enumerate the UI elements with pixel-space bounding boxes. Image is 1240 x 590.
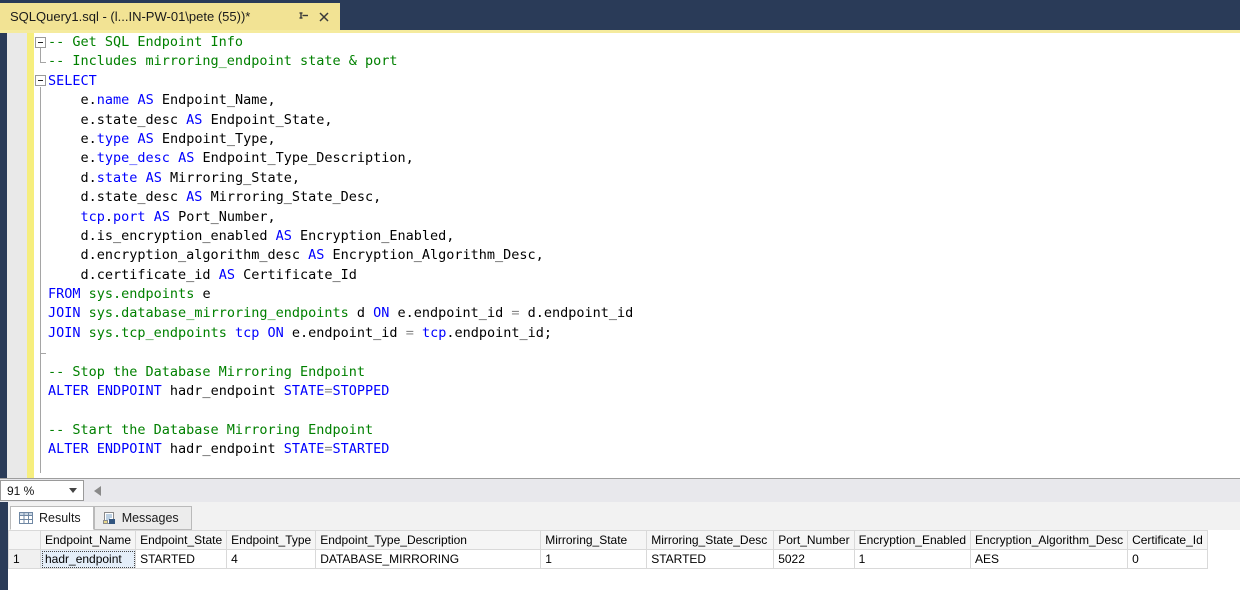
editor-left-edge: [0, 33, 7, 478]
code-line[interactable]: -- Includes mirroring_endpoint state & p…: [48, 52, 1240, 71]
grid-cell[interactable]: 0: [1128, 550, 1208, 569]
code-line[interactable]: d.is_encryption_enabled AS Encryption_En…: [48, 227, 1240, 246]
document-tab[interactable]: SQLQuery1.sql - (l...IN-PW-01\pete (55))…: [0, 3, 340, 30]
outline-guide-corner: [40, 353, 46, 354]
grid-row: 1hadr_endpointSTARTED4DATABASE_MIRRORING…: [9, 550, 1208, 569]
code-line[interactable]: JOIN sys.database_mirroring_endpoints d …: [48, 304, 1240, 323]
grid-cell[interactable]: 1: [541, 550, 647, 569]
column-header[interactable]: Mirroring_State_Desc: [647, 531, 774, 550]
chevron-down-icon: [69, 488, 77, 493]
grid-cell[interactable]: 4: [227, 550, 316, 569]
code-line[interactable]: ALTER ENDPOINT hadr_endpoint STATE=START…: [48, 440, 1240, 459]
column-header[interactable]: Encryption_Algorithm_Desc: [971, 531, 1128, 550]
grid-cell[interactable]: DATABASE_MIRRORING: [316, 550, 541, 569]
code-line[interactable]: tcp.port AS Port_Number,: [48, 208, 1240, 227]
code-line[interactable]: d.state AS Mirroring_State,: [48, 169, 1240, 188]
code-line[interactable]: ALTER ENDPOINT hadr_endpoint STATE=STOPP…: [48, 382, 1240, 401]
document-tab-bar: SQLQuery1.sql - (l...IN-PW-01\pete (55))…: [0, 0, 1240, 30]
code-line[interactable]: d.encryption_algorithm_desc AS Encryptio…: [48, 246, 1240, 265]
messages-icon: [103, 512, 116, 525]
change-tracking-bar: [27, 33, 34, 478]
code-line[interactable]: e.type_desc AS Endpoint_Type_Description…: [48, 149, 1240, 168]
code-line[interactable]: d.state_desc AS Mirroring_State_Desc,: [48, 188, 1240, 207]
grid-cell[interactable]: STARTED: [136, 550, 227, 569]
column-header[interactable]: Endpoint_Type_Description: [316, 531, 541, 550]
results-left-edge: [0, 502, 8, 590]
code-line[interactable]: SELECT: [48, 72, 1240, 91]
results-grid-icon: [19, 512, 33, 524]
results-tabstrip: Results Messages: [8, 502, 1240, 530]
close-icon[interactable]: [316, 9, 332, 25]
code-line[interactable]: e.type AS Endpoint_Type,: [48, 130, 1240, 149]
column-header[interactable]: Endpoint_Type: [227, 531, 316, 550]
collapse-minus-icon[interactable]: [35, 37, 46, 48]
code-line[interactable]: d.certificate_id AS Certificate_Id: [48, 266, 1240, 285]
grid-cell[interactable]: hadr_endpoint: [41, 550, 136, 569]
outline-guide-corner: [40, 62, 46, 63]
grid-cell[interactable]: STARTED: [647, 550, 774, 569]
column-header[interactable]: Encryption_Enabled: [854, 531, 970, 550]
scroll-left-arrow-icon[interactable]: [94, 486, 101, 496]
column-header[interactable]: Port_Number: [774, 531, 854, 550]
code-line[interactable]: -- Start the Database Mirroring Endpoint: [48, 421, 1240, 440]
results-content: Results Messages Endpoint_NameEndpoint_S…: [8, 502, 1240, 590]
code-lines: -- Get SQL Endpoint Info-- Includes mirr…: [34, 33, 1240, 460]
tab-messages-label: Messages: [122, 511, 179, 525]
grid-body: 1hadr_endpointSTARTED4DATABASE_MIRRORING…: [9, 550, 1208, 569]
grid-corner-cell[interactable]: [9, 531, 41, 550]
outline-guide: [40, 48, 41, 62]
code-line[interactable]: JOIN sys.tcp_endpoints tcp ON e.endpoint…: [48, 324, 1240, 343]
row-header[interactable]: 1: [9, 550, 41, 569]
sql-editor: -- Get SQL Endpoint Info-- Includes mirr…: [0, 33, 1240, 478]
horizontal-scrollbar[interactable]: [84, 479, 1240, 502]
results-pane: Results Messages Endpoint_NameEndpoint_S…: [0, 502, 1240, 590]
indicator-margin: [7, 33, 27, 478]
code-line[interactable]: -- Stop the Database Mirroring Endpoint: [48, 363, 1240, 382]
grid-cell[interactable]: 5022: [774, 550, 854, 569]
code-area[interactable]: -- Get SQL Endpoint Info-- Includes mirr…: [34, 33, 1240, 478]
tab-results[interactable]: Results: [10, 506, 94, 530]
collapse-minus-icon[interactable]: [35, 75, 46, 86]
grid-cell[interactable]: AES: [971, 550, 1128, 569]
code-line[interactable]: [48, 401, 1240, 420]
results-grid-area: Endpoint_NameEndpoint_StateEndpoint_Type…: [8, 530, 1240, 590]
code-line[interactable]: e.name AS Endpoint_Name,: [48, 91, 1240, 110]
zoom-level-dropdown[interactable]: 91 %: [0, 480, 84, 501]
results-grid: Endpoint_NameEndpoint_StateEndpoint_Type…: [8, 530, 1208, 569]
grid-header-row: Endpoint_NameEndpoint_StateEndpoint_Type…: [9, 531, 1208, 550]
outline-guide: [40, 87, 41, 473]
column-header[interactable]: Endpoint_Name: [41, 531, 136, 550]
grid-cell[interactable]: 1: [854, 550, 970, 569]
column-header[interactable]: Mirroring_State: [541, 531, 647, 550]
code-line[interactable]: FROM sys.endpoints e: [48, 285, 1240, 304]
tab-messages[interactable]: Messages: [94, 506, 192, 530]
column-header[interactable]: Endpoint_State: [136, 531, 227, 550]
zoom-level-value: 91 %: [7, 484, 69, 498]
editor-bottom-bar: 91 %: [0, 478, 1240, 502]
pin-icon[interactable]: [296, 9, 312, 25]
code-line[interactable]: [48, 343, 1240, 362]
column-header[interactable]: Certificate_Id: [1128, 531, 1208, 550]
tab-results-label: Results: [39, 511, 81, 525]
code-line[interactable]: -- Get SQL Endpoint Info: [48, 33, 1240, 52]
document-tab-title: SQLQuery1.sql - (l...IN-PW-01\pete (55))…: [10, 9, 292, 24]
code-line[interactable]: e.state_desc AS Endpoint_State,: [48, 111, 1240, 130]
